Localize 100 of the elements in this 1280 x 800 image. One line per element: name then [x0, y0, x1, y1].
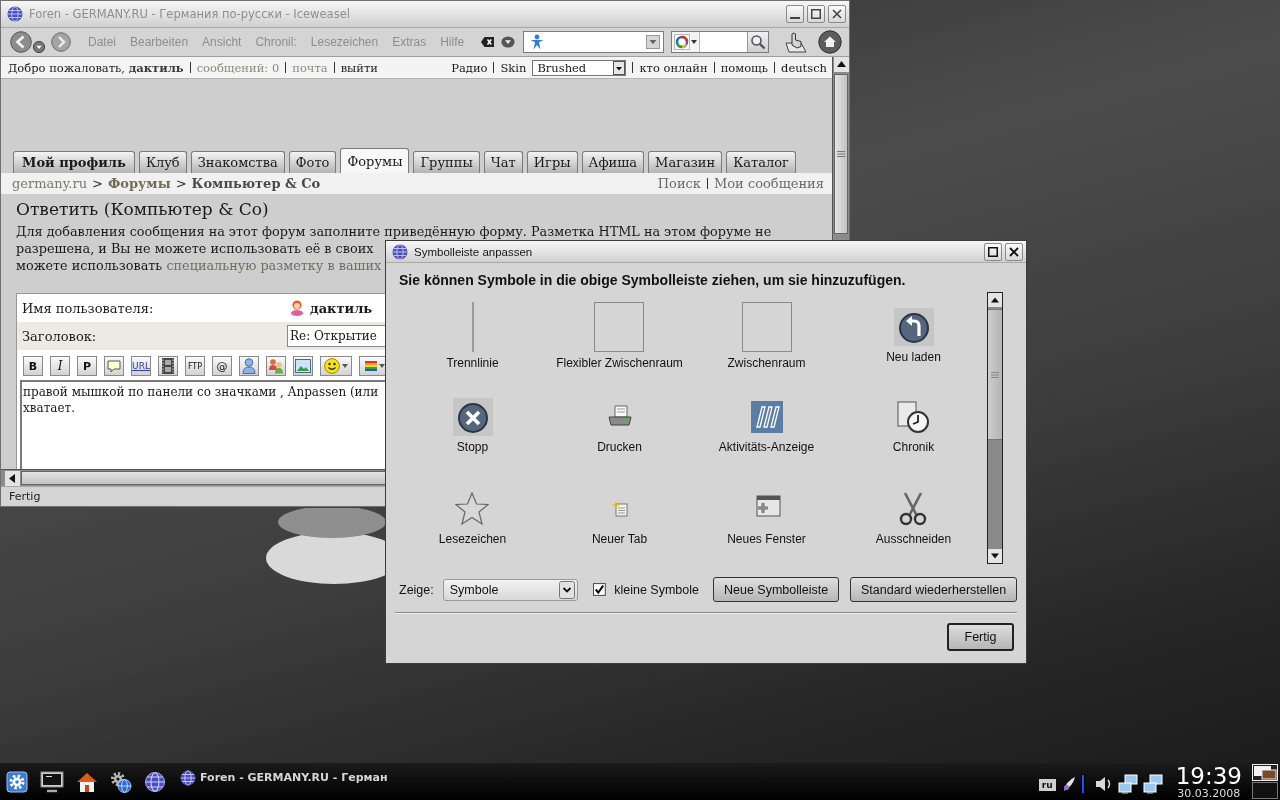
tab[interactable]: Афиша — [581, 151, 645, 173]
scissors-icon — [898, 492, 929, 526]
monitor-icon[interactable] — [40, 770, 64, 793]
gear-tile-icon[interactable] — [6, 770, 28, 793]
tab[interactable]: Магазин — [648, 151, 723, 173]
breadcrumb-link[interactable]: Форумы — [107, 176, 171, 191]
editor-button[interactable] — [158, 356, 178, 376]
username-label: Имя пользователя: — [21, 300, 155, 316]
editor-button[interactable]: URL — [131, 356, 151, 376]
skin-select[interactable]: Brushed — [532, 59, 627, 76]
gear-globe-icon[interactable] — [110, 770, 132, 793]
toolbar-item[interactable]: Stopp — [452, 398, 493, 454]
page-sparkle-icon — [611, 501, 628, 517]
toolbar-item[interactable]: Drucken — [597, 398, 642, 454]
forum-link[interactable]: Мои сообщения — [714, 176, 824, 191]
checkbox[interactable] — [593, 583, 607, 596]
editor-button[interactable]: FTP — [185, 356, 205, 376]
toolbar-item[interactable]: Flexibler Zwischenraum — [556, 302, 683, 370]
picture-icon — [295, 359, 311, 373]
tab[interactable]: Форумы — [340, 148, 410, 173]
reload-icon — [893, 308, 934, 346]
editor-button[interactable]: P — [77, 356, 97, 376]
editor-button[interactable]: B — [23, 356, 43, 376]
address-field[interactable] — [523, 31, 664, 53]
close-button[interactable] — [1005, 242, 1023, 261]
square-outline-icon — [741, 302, 792, 352]
level-bar-icon[interactable] — [1080, 773, 1085, 794]
site-link[interactable]: помощь — [720, 60, 769, 75]
checkbox-label[interactable]: kleine Symbole — [614, 582, 699, 597]
globe-icon — [7, 6, 23, 22]
tab[interactable]: Клуб — [138, 151, 187, 173]
search-field[interactable] — [671, 31, 769, 53]
person-icon — [242, 358, 256, 374]
welcome-text: Добро пожаловать, дактиль — [8, 60, 184, 75]
colored-ring-icon — [674, 34, 690, 50]
scrollbar-thumb[interactable] — [988, 309, 1002, 440]
done-button[interactable]: Fertig — [947, 623, 1014, 651]
grip-icon — [837, 151, 845, 157]
scrollbar-thumb[interactable] — [834, 74, 848, 234]
network-icon[interactable] — [1142, 773, 1163, 794]
tab[interactable]: Фото — [288, 151, 337, 173]
tab[interactable]: Группы — [413, 151, 480, 173]
forum-link[interactable]: Поиск — [657, 176, 701, 191]
editor-button[interactable] — [239, 356, 259, 376]
site-link[interactable]: кто онлайн — [639, 60, 708, 75]
dropdown-circle-icon[interactable] — [501, 36, 515, 48]
breadcrumb-link[interactable]: Компьютер & Co — [191, 176, 321, 191]
toolbar-item[interactable]: Zwischenraum — [727, 302, 806, 370]
clock-date: 30.03.2008 — [1177, 787, 1241, 800]
toolbar-button[interactable]: Standard wiederherstellen — [850, 577, 1017, 602]
maximize-button[interactable] — [807, 5, 825, 23]
color-bars-icon — [365, 361, 377, 371]
user-avatar-icon — [290, 300, 304, 316]
close-icon — [1009, 246, 1019, 257]
smiley-icon — [324, 358, 340, 374]
x-mark-icon[interactable] — [480, 36, 495, 48]
taskbar-task[interactable]: Foren - GERMANY.RU - Герман — [180, 769, 388, 786]
editor-button[interactable]: @ — [212, 356, 232, 376]
tab[interactable]: Знакомства — [190, 151, 285, 173]
maximize-button[interactable] — [984, 242, 1002, 261]
printer-icon — [606, 405, 633, 429]
search-icon[interactable] — [750, 34, 766, 50]
show-label: Zeige: — [399, 582, 434, 597]
toolbar-item[interactable]: Neu laden — [886, 308, 941, 364]
house-icon[interactable] — [76, 770, 98, 793]
breadcrumb-separator: > — [175, 176, 187, 191]
toolbar-item[interactable]: Aktivitäts-Anzeige — [718, 398, 815, 454]
quill-icon[interactable] — [1061, 775, 1076, 792]
toolbar-item[interactable]: Chronik — [892, 398, 935, 454]
toolbar-item[interactable]: Trennlinie — [446, 302, 499, 370]
tab[interactable]: Чат — [483, 151, 523, 173]
hand-icon[interactable] — [784, 30, 808, 54]
toolbar-button[interactable]: Neue Symbolleiste — [713, 577, 839, 602]
account-link[interactable]: выйти — [340, 60, 378, 75]
toolbar-item[interactable]: Ausschneiden — [875, 490, 952, 546]
site-link[interactable]: deutsch — [781, 60, 827, 75]
breadcrumb-link[interactable]: germany.ru — [12, 176, 88, 191]
film-strip-icon — [162, 358, 174, 374]
radio-link[interactable]: Радио — [451, 60, 488, 75]
caret-icon — [379, 364, 385, 368]
vertical-scrollbar[interactable] — [987, 292, 1003, 564]
globe-icon[interactable] — [144, 770, 166, 793]
show-select[interactable]: Symbole — [442, 578, 579, 601]
speaker-icon[interactable] — [1094, 774, 1113, 793]
keyboard-layout-indicator[interactable]: ru — [1038, 778, 1056, 791]
editor-button[interactable]: I — [50, 356, 70, 376]
editor-button[interactable] — [320, 356, 352, 376]
tab[interactable]: Каталог — [726, 151, 796, 173]
tab[interactable]: Игры — [526, 151, 578, 173]
network-icon[interactable] — [1117, 773, 1138, 794]
editor-button[interactable] — [293, 356, 313, 376]
clock-icon — [897, 401, 930, 433]
speech-bubble-icon — [107, 359, 121, 373]
tab[interactable]: Мой профиль — [13, 151, 135, 173]
stop-icon — [452, 398, 493, 436]
minimize-button[interactable] — [786, 5, 804, 23]
skin-label: Skin — [500, 60, 527, 75]
home-icon[interactable] — [818, 30, 842, 54]
close-button[interactable] — [828, 5, 846, 23]
clock-time: 19:39 — [1175, 763, 1242, 788]
